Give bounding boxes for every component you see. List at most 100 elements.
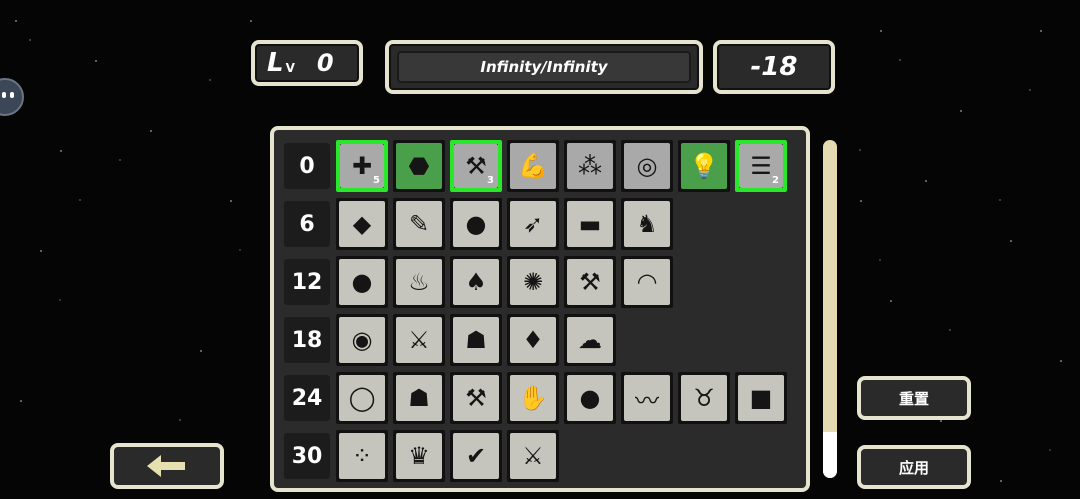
skill-count-badge: 3: [487, 175, 494, 186]
skill-slot[interactable]: ☰ 2: [735, 140, 787, 192]
skill-slot[interactable]: ➶: [507, 198, 559, 250]
skill-slot[interactable]: ✚ 5: [336, 140, 388, 192]
skill-slot[interactable]: 💡: [678, 140, 730, 192]
scrollbar[interactable]: [823, 140, 837, 478]
lightbulb-icon: 💡: [681, 143, 727, 189]
skill-count-badge: 5: [373, 175, 380, 186]
beans-icon: ⁘: [339, 433, 385, 479]
skill-slot[interactable]: ⚒: [564, 256, 616, 308]
level-value: 0: [316, 49, 334, 77]
demon-icon: ♉: [681, 375, 727, 421]
skill-slot[interactable]: ▬: [564, 198, 616, 250]
skill-slot[interactable]: ♞: [621, 198, 673, 250]
row-level-label: 30: [284, 433, 330, 479]
skill-slot[interactable]: ◆: [336, 198, 388, 250]
star: [250, 20, 252, 22]
row-level-label: 12: [284, 259, 330, 305]
dragon-sword-icon: ⚔: [510, 433, 556, 479]
star: [1060, 360, 1062, 362]
skill-slot[interactable]: ☁: [564, 314, 616, 366]
skill-slot[interactable]: ◉: [336, 314, 388, 366]
skill-slot[interactable]: ◯: [336, 372, 388, 424]
turtle-shell-icon: ⬣: [396, 143, 442, 189]
axe-icon: ⚒: [567, 259, 613, 305]
skill-slot[interactable]: ☗: [450, 314, 502, 366]
skill-slot[interactable]: ☗: [393, 372, 445, 424]
row-level-label: 6: [284, 201, 330, 247]
scroll-icon: ▬: [567, 201, 613, 247]
skill-row: 30 ⁘ ♛ ✔ ⚔: [284, 430, 564, 482]
apply-label: 应用: [898, 458, 929, 477]
stones-icon: ◉: [339, 317, 385, 363]
back-button[interactable]: [110, 443, 224, 489]
star: [60, 150, 62, 152]
magnet-icon: ◎: [624, 143, 670, 189]
star: [925, 180, 927, 182]
star: [1000, 480, 1002, 482]
skill-slot[interactable]: ⚔: [507, 430, 559, 482]
rocks-icon: ☁: [567, 317, 613, 363]
skill-slot[interactable]: ■: [735, 372, 787, 424]
rabbit-icon: ♞: [624, 201, 670, 247]
rainbow-icon: ◠: [624, 259, 670, 305]
skill-slot[interactable]: 〰: [621, 372, 673, 424]
skill-slot[interactable]: ●: [564, 372, 616, 424]
arrows-icon: ➶: [510, 201, 556, 247]
row-level-label: 0: [284, 143, 330, 189]
fire-icon: ♠: [453, 259, 499, 305]
scrollbar-thumb[interactable]: [823, 432, 837, 478]
skill-row: 12 ● ♨ ♠ ✺ ⚒ ◠: [284, 256, 678, 308]
skill-slot[interactable]: ⚒ 3: [450, 140, 502, 192]
skill-slot[interactable]: ✋: [507, 372, 559, 424]
swirl-icon: ✺: [510, 259, 556, 305]
muscle-arm-icon: 💪: [510, 143, 556, 189]
skill-slot[interactable]: ⬣: [393, 140, 445, 192]
star: [940, 420, 942, 422]
skill-slot[interactable]: ◎: [621, 140, 673, 192]
star: [40, 250, 42, 252]
star: [200, 350, 202, 352]
apply-button[interactable]: 应用: [857, 445, 971, 489]
skill-slot[interactable]: ⁘: [336, 430, 388, 482]
reset-button[interactable]: 重置: [857, 376, 971, 420]
skill-slot[interactable]: ◠: [621, 256, 673, 308]
star: [230, 200, 232, 202]
skill-slot[interactable]: ⚔: [393, 314, 445, 366]
row-level-label: 24: [284, 375, 330, 421]
star: [15, 20, 17, 22]
orb-icon: ●: [339, 259, 385, 305]
skill-slot[interactable]: ♦: [507, 314, 559, 366]
skill-slot[interactable]: ♠: [450, 256, 502, 308]
skill-row: 6 ◆ ✎ ● ➶ ▬ ♞: [284, 198, 678, 250]
star: [880, 30, 882, 32]
house-icon: ☗: [396, 375, 442, 421]
skill-slot[interactable]: 💪: [507, 140, 559, 192]
checkmark-icon: ✔: [453, 433, 499, 479]
skill-slot[interactable]: ⚒: [450, 372, 502, 424]
star: [960, 110, 962, 112]
skill-slot[interactable]: ✎: [393, 198, 445, 250]
skill-row: 24 ◯ ☗ ⚒ ✋ ● 〰 ♉ ■: [284, 372, 792, 424]
skill-tree-panel: 0 ✚ 5 ⬣ ⚒ 3 💪 ⁂ ◎ 💡 ☰ 2 6 ◆ ✎ ● ➶ ▬ ♞ 12 ● ♨ ♠ ✺ ⚒ ◠ 18 ◉ ⚔ ☗ ♦ ☁ 24 ◯ ☗ ⚒ ✋…: [270, 126, 810, 492]
skill-slot[interactable]: ♛: [393, 430, 445, 482]
skill-slot[interactable]: ⁂: [564, 140, 616, 192]
star: [150, 130, 152, 132]
star: [860, 200, 862, 202]
progress-display: Infinity/Infinity: [385, 40, 703, 94]
progress-text: Infinity/Infinity: [480, 58, 608, 76]
bag-icon: ◯: [339, 375, 385, 421]
skill-slot[interactable]: ✺: [507, 256, 559, 308]
coins-icon: ⁂: [567, 143, 613, 189]
swords-icon: ⚔: [396, 317, 442, 363]
claw-icon: ✋: [510, 375, 556, 421]
skill-slot[interactable]: ✔: [450, 430, 502, 482]
skill-slot[interactable]: ●: [450, 198, 502, 250]
level-prefix: L: [267, 48, 284, 78]
skill-slot[interactable]: ♨: [393, 256, 445, 308]
star: [1010, 240, 1012, 242]
star: [20, 400, 22, 402]
skill-slot[interactable]: ●: [336, 256, 388, 308]
skill-count-badge: 2: [772, 175, 779, 186]
feather-icon: ✎: [396, 201, 442, 247]
skill-slot[interactable]: ♉: [678, 372, 730, 424]
